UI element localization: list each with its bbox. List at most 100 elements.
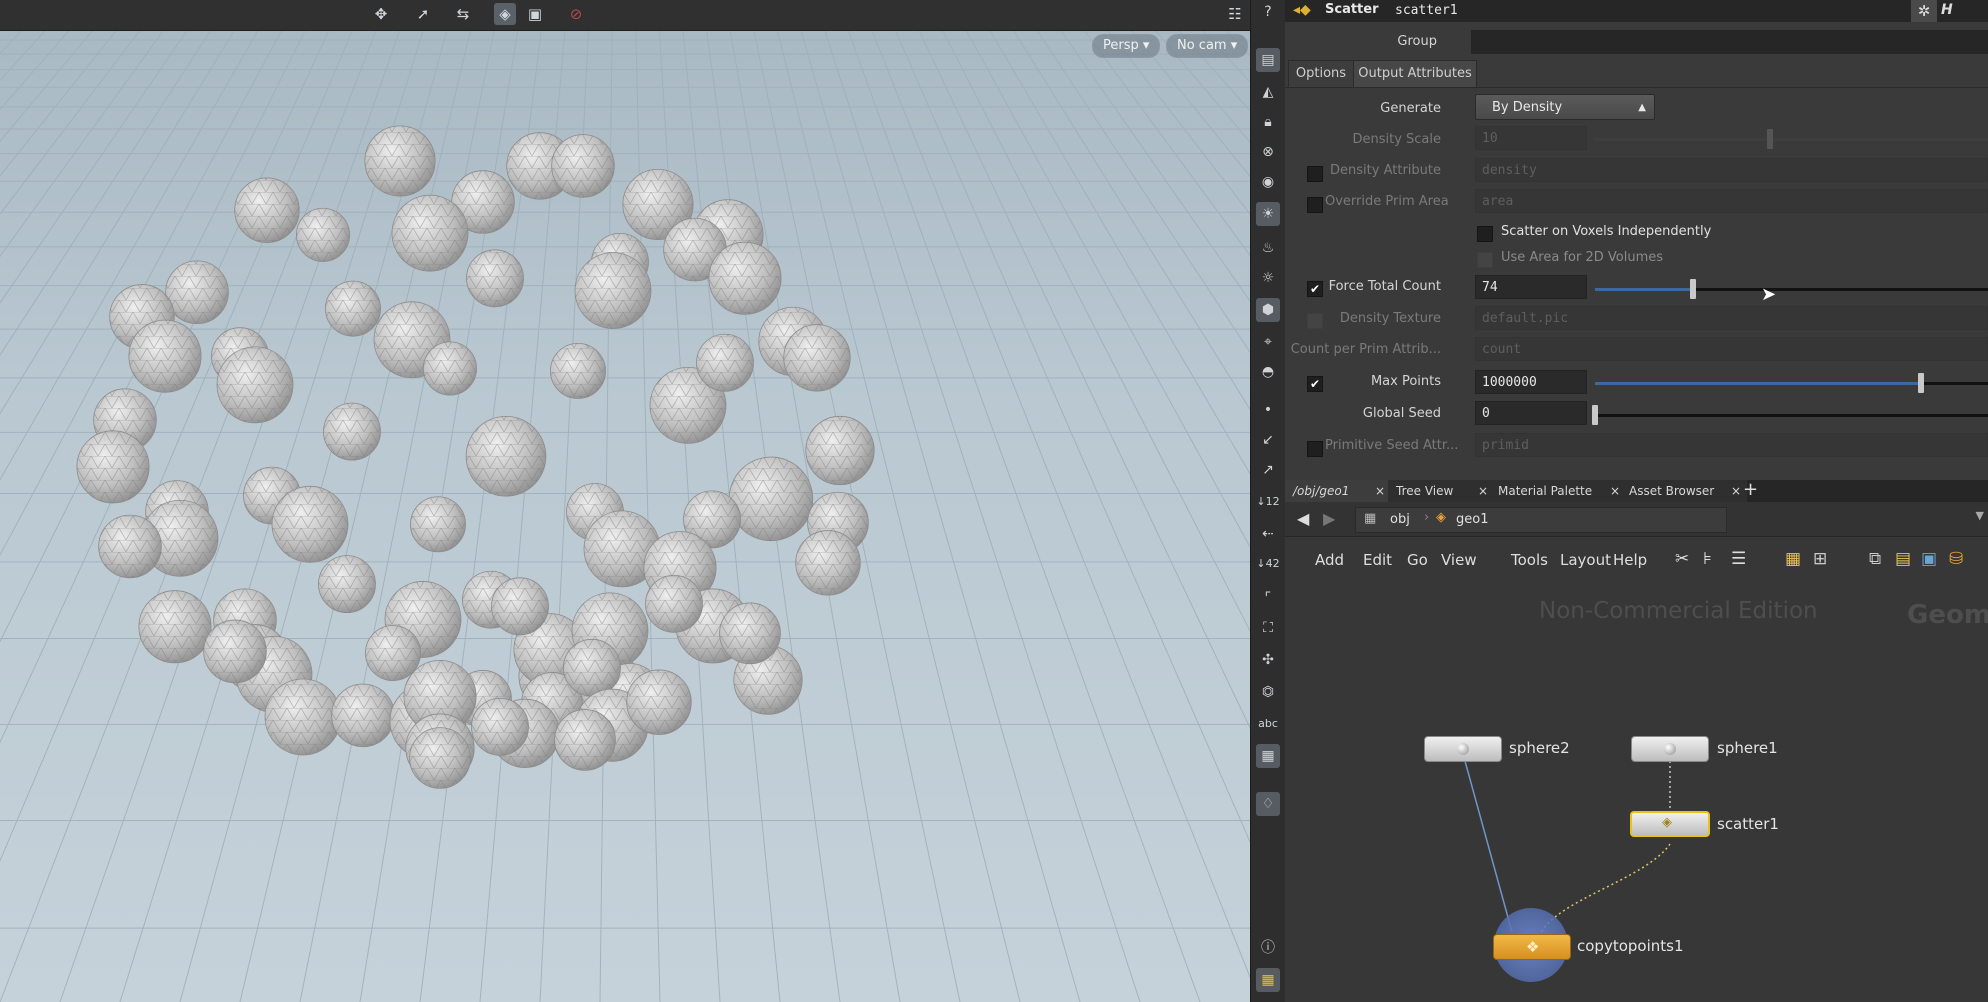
primitive-seed-field[interactable]: primid [1475, 433, 1988, 457]
tab-options[interactable]: Options [1288, 60, 1354, 88]
gear-icon[interactable]: ✲ [1911, 0, 1937, 22]
sphere-wireframe [466, 416, 546, 497]
density-scale-field[interactable]: 10 [1475, 126, 1587, 150]
info-icon[interactable]: ⓘ [1256, 936, 1280, 960]
override-prim-area-checkbox[interactable] [1307, 197, 1323, 213]
lock-icon[interactable]: 🔒︎ [1256, 110, 1280, 134]
visualizer-icon[interactable]: ⌖ [1256, 330, 1280, 354]
sphere-wireframe [165, 260, 229, 324]
scene-viewport[interactable]: ✥ ➚ ⇆ ◈ ▣ ⊘ ☷ Persp ▾ No cam ▾ [0, 0, 1250, 1002]
stop-icon[interactable]: ⊘ [565, 3, 587, 25]
primitive-seed-checkbox[interactable] [1307, 441, 1323, 457]
force-total-count-fill [1595, 288, 1694, 291]
template-icon[interactable]: ▦ [1256, 744, 1280, 768]
uv-border-icon[interactable]: ⌜ [1256, 586, 1280, 610]
density-texture-field[interactable]: default.pic [1475, 306, 1988, 330]
wire-sphere2-copy [1464, 760, 1513, 933]
count-per-prim-field[interactable]: count [1475, 337, 1988, 361]
tab-divider [1285, 87, 1988, 88]
force-total-count-slider[interactable] [1595, 279, 1988, 299]
bounding-box-icon[interactable]: ⛶ [1256, 616, 1280, 640]
select-tool-icon[interactable]: ✥ [370, 3, 392, 25]
stop-sign-icon[interactable]: ⏣ [1256, 680, 1280, 704]
normals-icon[interactable]: ↙ [1256, 428, 1280, 452]
sphere-wireframe [719, 602, 781, 664]
head-light-icon[interactable]: ☼ [1256, 266, 1280, 290]
max-points-knob[interactable] [1918, 373, 1925, 393]
point-numbers-icon[interactable]: ↓12 [1256, 490, 1280, 514]
grid-icon[interactable]: ▦ [1256, 968, 1280, 992]
sphere-wireframe [554, 709, 616, 771]
density-scale-slider[interactable] [1595, 129, 1988, 149]
sphere-wireframe [783, 324, 851, 392]
override-prim-area-field[interactable]: area [1475, 189, 1988, 213]
point-numbers-label: 12 [1265, 495, 1280, 508]
max-points-fill [1595, 382, 1922, 385]
density-attribute-field[interactable]: density [1475, 158, 1988, 182]
camera-menu[interactable]: No cam ▾ [1166, 34, 1249, 58]
network-editor[interactable]: /obj/geo1 × Tree View × Material Palette × … [1285, 480, 1988, 1002]
viewport-side-toolbar: ? ▤ ◭ 🔒︎ ⊗ ◉ ☀ ♨ ☼ ⬢ ⌖ ◓ • ↙ ↗ ↓12 ⇠ ↓42… [1250, 0, 1286, 1002]
points-icon[interactable]: • [1256, 398, 1280, 422]
use-area-2d-checkbox[interactable] [1477, 252, 1493, 268]
lightbulb-icon[interactable]: ♢ [1256, 792, 1280, 816]
sphere1-node[interactable] [1631, 736, 1709, 762]
sphere-node-icon [1664, 743, 1676, 755]
sphere2-node[interactable] [1424, 736, 1502, 762]
max-points-checkbox[interactable]: ✔ [1307, 376, 1323, 392]
tab-output-attributes[interactable]: Output Attributes [1353, 60, 1477, 88]
display-options-icon[interactable]: ▤ [1256, 48, 1280, 72]
handle-tool-icon[interactable]: ⇆ [452, 3, 474, 25]
copytopoints1-node[interactable]: ❖ [1493, 934, 1571, 960]
prim-normals-icon[interactable]: ⇠ [1256, 522, 1280, 546]
sphere-wireframe [410, 496, 466, 552]
parameter-pane: ◂◆ Scatter scatter1 ✲ H Group Options Ou… [1285, 0, 1988, 480]
ghost-icon[interactable]: ⊗ [1256, 140, 1280, 164]
scatter1-node[interactable]: ◈ [1630, 811, 1710, 837]
sphere-wireframe [138, 590, 212, 663]
force-total-count-label: Force Total Count [1328, 279, 1441, 294]
scatter-on-voxels-checkbox[interactable] [1477, 226, 1493, 242]
sphere-wireframe [575, 252, 651, 329]
force-total-count-knob[interactable] [1690, 279, 1697, 299]
shading-icon[interactable]: ◭ [1256, 80, 1280, 104]
perspective-menu[interactable]: Persp ▾ [1092, 34, 1161, 58]
node-name-field[interactable]: scatter1 [1389, 1, 1695, 20]
pivot-icon[interactable]: ✣ [1256, 648, 1280, 672]
density-scale-knob[interactable] [1767, 129, 1773, 149]
background-icon[interactable]: ◉ [1256, 170, 1280, 194]
transform-tool-icon[interactable]: ➚ [412, 3, 434, 25]
max-points-field[interactable]: 1000000 [1475, 370, 1587, 394]
sphere-node-icon [1457, 743, 1469, 755]
light-icon[interactable]: ☀ [1256, 202, 1280, 226]
viewport-options-icon[interactable]: ☷ [1224, 3, 1246, 25]
bulb-icon[interactable]: ♨ [1256, 236, 1280, 260]
sphere-wireframe [491, 577, 549, 635]
density-texture-label: Density Texture [1339, 311, 1441, 326]
shaded-icon[interactable]: ◓ [1256, 360, 1280, 384]
force-total-count-field[interactable]: 74 [1475, 275, 1587, 299]
help-h-icon[interactable]: H [1941, 2, 1953, 18]
sphere-wireframe [626, 669, 692, 735]
snapshot-icon[interactable]: ▣ [524, 3, 546, 25]
global-seed-slider[interactable] [1592, 405, 1988, 425]
density-attribute-label: Density Attribute [1330, 163, 1441, 178]
camera-label: No cam [1177, 38, 1227, 53]
global-seed-field[interactable]: 0 [1475, 401, 1587, 425]
generate-dropdown[interactable]: By Density ▲ [1475, 94, 1655, 120]
sphere-wireframe [203, 620, 267, 683]
view-tool-icon[interactable]: ◈ [494, 3, 516, 25]
density-texture-checkbox[interactable] [1307, 313, 1323, 329]
global-seed-knob[interactable] [1592, 405, 1598, 425]
sphere-wireframe [645, 575, 703, 633]
vector-icon[interactable]: ↗ [1256, 458, 1280, 482]
group-field[interactable] [1471, 30, 1988, 54]
camera-icon[interactable]: ⬢ [1256, 298, 1280, 322]
prim-numbers-icon[interactable]: ↓42 [1256, 552, 1280, 576]
help-icon[interactable]: ? [1256, 0, 1280, 24]
max-points-slider[interactable] [1595, 373, 1988, 393]
density-attribute-checkbox[interactable] [1307, 166, 1323, 182]
text-label-icon[interactable]: abc [1256, 712, 1280, 736]
primitive-seed-label: Primitive Seed Attr... [1325, 438, 1459, 453]
force-total-count-checkbox[interactable]: ✔ [1307, 281, 1323, 297]
